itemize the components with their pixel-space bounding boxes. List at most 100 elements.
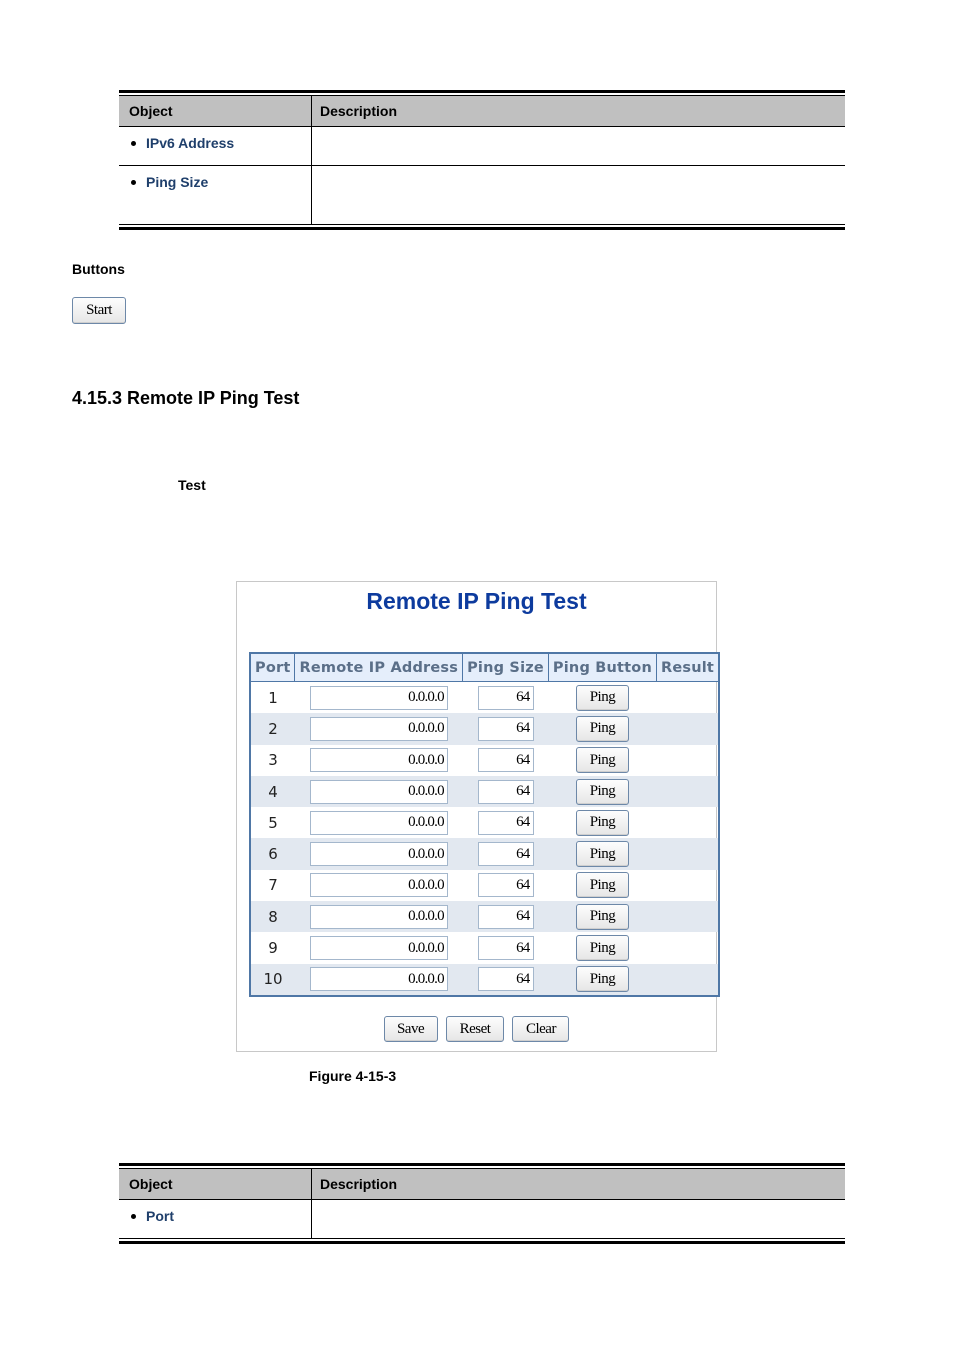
ping-button[interactable]: Ping xyxy=(575,966,629,993)
table-row: Port xyxy=(119,1200,845,1238)
column-ping-button: Ping Button xyxy=(547,652,658,682)
reset-button[interactable]: Reset xyxy=(446,1016,504,1042)
remote-ip-input[interactable] xyxy=(309,936,448,961)
table-row: IPv6 Address xyxy=(119,127,845,166)
ping-size-input[interactable] xyxy=(477,842,534,867)
remote-ip-input[interactable] xyxy=(309,748,448,773)
result-cell xyxy=(657,807,720,838)
ping-table-row: 9 Ping xyxy=(250,932,719,963)
object-name: Port xyxy=(146,1208,174,1224)
result-cell xyxy=(657,745,720,776)
port-number: 4 xyxy=(250,775,295,808)
test-label: Test xyxy=(178,477,206,493)
port-number: 2 xyxy=(250,713,295,745)
header-object: Object xyxy=(119,96,312,126)
port-number: 3 xyxy=(268,751,278,770)
port-number: 9 xyxy=(268,939,278,958)
port-number: 6 xyxy=(250,838,295,870)
remote-ip-input[interactable] xyxy=(309,873,448,898)
remote-ip-input[interactable] xyxy=(309,779,448,804)
result-cell xyxy=(657,932,720,963)
remote-ip-input[interactable] xyxy=(309,685,448,710)
result-cell xyxy=(656,963,720,996)
ping-table-header: Port Remote IP Address Ping Size Ping Bu… xyxy=(249,652,720,682)
ping-button[interactable]: Ping xyxy=(575,747,629,774)
figure-caption: Figure 4-15-3 xyxy=(309,1068,397,1084)
header-description: Description xyxy=(320,1176,398,1192)
object-table-1: Object Description IPv6 Address Ping Siz… xyxy=(119,90,845,230)
result-cell xyxy=(656,775,720,808)
buttons-label: Buttons xyxy=(72,261,125,277)
ping-size-input[interactable] xyxy=(477,748,534,773)
ping-size-input[interactable] xyxy=(477,716,534,741)
table-header-row: Object Description xyxy=(119,1169,845,1200)
ping-size-input[interactable] xyxy=(477,936,534,961)
table-row: Ping Size xyxy=(119,166,845,224)
object-description xyxy=(312,127,845,165)
object-name: Ping Size xyxy=(146,174,209,190)
result-cell xyxy=(657,870,720,901)
ping-button[interactable]: Ping xyxy=(575,809,629,836)
port-number: 7 xyxy=(268,876,278,895)
figure-button-bar: Save Reset Clear xyxy=(237,1016,716,1042)
column-ping-size: Ping Size xyxy=(462,652,549,682)
clear-button[interactable]: Clear xyxy=(512,1016,570,1042)
ping-table-row: 6 Ping xyxy=(250,838,720,870)
save-button[interactable]: Save xyxy=(383,1016,438,1042)
ping-size-input[interactable] xyxy=(477,873,534,898)
remote-ip-input[interactable] xyxy=(309,904,448,929)
header-description: Description xyxy=(320,103,398,119)
object-table-2: Object Description Port xyxy=(119,1163,845,1244)
ping-table: Port Remote IP Address Ping Size Ping Bu… xyxy=(249,652,721,997)
ping-button[interactable]: Ping xyxy=(575,935,629,962)
port-number: 10 xyxy=(250,963,295,996)
ping-size-input[interactable] xyxy=(477,685,534,710)
port-number: 1 xyxy=(268,688,278,707)
ping-size-input[interactable] xyxy=(477,810,534,835)
result-cell xyxy=(656,901,720,933)
table-header-row: Object Description xyxy=(119,96,845,127)
object-description xyxy=(312,166,845,224)
object-name: IPv6 Address xyxy=(146,135,235,151)
remote-ip-input[interactable] xyxy=(309,810,448,835)
port-number: 5 xyxy=(268,813,278,832)
ping-button[interactable]: Ping xyxy=(575,903,629,930)
ping-button[interactable]: Ping xyxy=(575,872,629,899)
figure-title: Remote IP Ping Test xyxy=(366,588,587,614)
column-result: Result xyxy=(656,652,720,682)
ping-size-input[interactable] xyxy=(477,904,534,929)
bullet-icon xyxy=(131,179,136,185)
ping-button[interactable]: Ping xyxy=(575,841,629,868)
result-cell xyxy=(656,713,720,745)
result-cell xyxy=(657,682,720,714)
ping-size-input[interactable] xyxy=(477,967,534,992)
ping-button[interactable]: Ping xyxy=(575,778,629,805)
table-rule xyxy=(119,1241,845,1244)
table-rule xyxy=(119,227,845,230)
ping-table-row: 1 Ping xyxy=(250,682,719,714)
remote-ip-input[interactable] xyxy=(309,716,448,741)
remote-ip-ping-test-figure: Remote IP Ping Test Port Remote IP Addre… xyxy=(236,581,721,1052)
ping-button[interactable]: Ping xyxy=(575,684,629,711)
section-heading: 4.15.3 Remote IP Ping Test xyxy=(72,388,300,408)
object-description xyxy=(312,1200,845,1238)
ping-button[interactable]: Ping xyxy=(575,715,629,742)
remote-ip-input[interactable] xyxy=(309,842,448,867)
bullet-icon xyxy=(131,1213,136,1219)
ping-size-input[interactable] xyxy=(477,779,534,804)
ping-table-row: 5 Ping xyxy=(250,807,719,838)
remote-ip-input[interactable] xyxy=(309,967,448,992)
ping-table-row: 7 Ping xyxy=(250,870,719,901)
ping-table-row: 3 Ping xyxy=(250,745,719,776)
column-remote-ip: Remote IP Address xyxy=(294,652,464,682)
start-button[interactable]: Start xyxy=(72,297,126,324)
ping-table-row: 4 Ping xyxy=(250,775,720,808)
result-cell xyxy=(656,838,720,870)
port-number: 8 xyxy=(250,901,295,933)
bullet-icon xyxy=(131,140,136,146)
ping-table-row: 10 Ping xyxy=(250,963,720,996)
column-port: Port xyxy=(249,652,296,682)
header-object: Object xyxy=(119,1169,312,1199)
ping-table-row: 8 Ping xyxy=(250,901,720,933)
ping-table-row: 2 Ping xyxy=(250,713,720,745)
